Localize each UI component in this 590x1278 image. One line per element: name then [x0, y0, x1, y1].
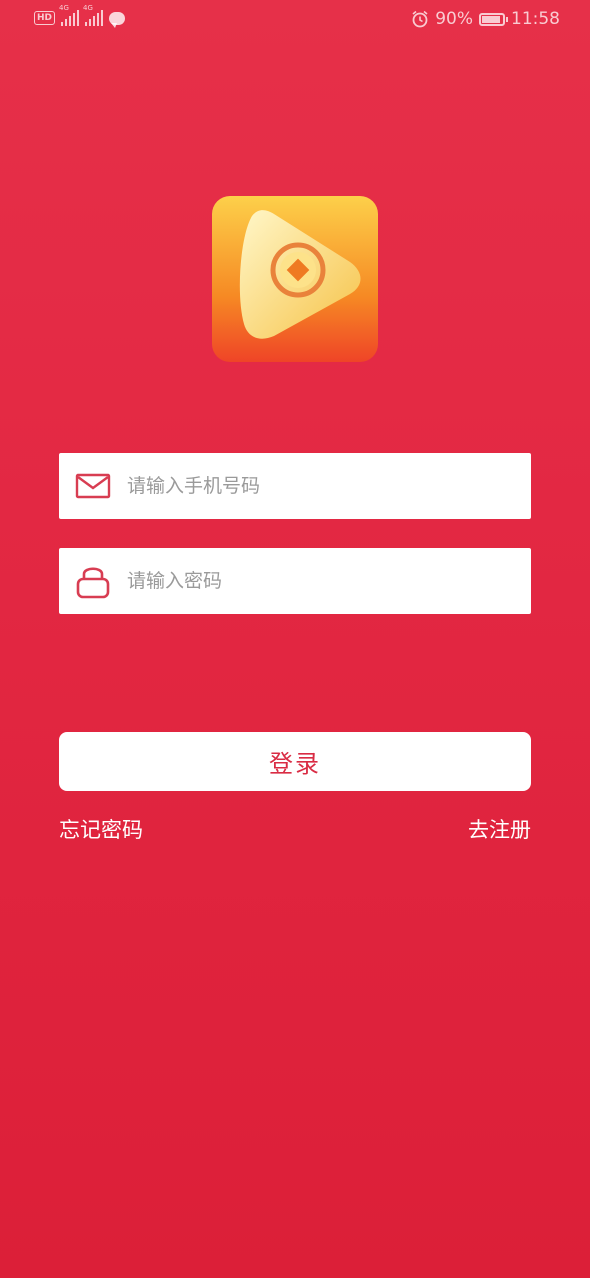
login-button[interactable]: 登录 — [59, 732, 531, 791]
status-left: HD 4G 4G — [34, 4, 126, 28]
battery-percent: 90% — [435, 9, 473, 29]
status-right: 90% 11:58 — [411, 9, 560, 29]
app-logo — [212, 196, 378, 362]
network-type-label: 4G — [59, 4, 69, 12]
message-icon — [109, 11, 126, 28]
lock-icon — [76, 567, 110, 599]
mail-icon — [75, 473, 111, 499]
phone-field — [59, 453, 531, 519]
alarm-icon — [412, 10, 428, 28]
status-bar: HD 4G 4G 90% 11:58 — [0, 0, 590, 40]
signal-icon: 4G — [83, 4, 104, 26]
play-coin-logo-icon — [239, 210, 361, 339]
password-field — [59, 548, 531, 614]
clock-time: 11:58 — [511, 9, 560, 29]
register-link[interactable]: 去注册 — [468, 814, 531, 844]
battery-icon — [479, 12, 508, 26]
password-input[interactable] — [127, 548, 517, 614]
phone-input[interactable] — [127, 453, 517, 519]
signal-icon: 4G — [59, 4, 80, 26]
network-type-label: 4G — [83, 4, 93, 12]
hd-badge: HD — [34, 11, 56, 25]
forgot-password-link[interactable]: 忘记密码 — [59, 814, 143, 844]
